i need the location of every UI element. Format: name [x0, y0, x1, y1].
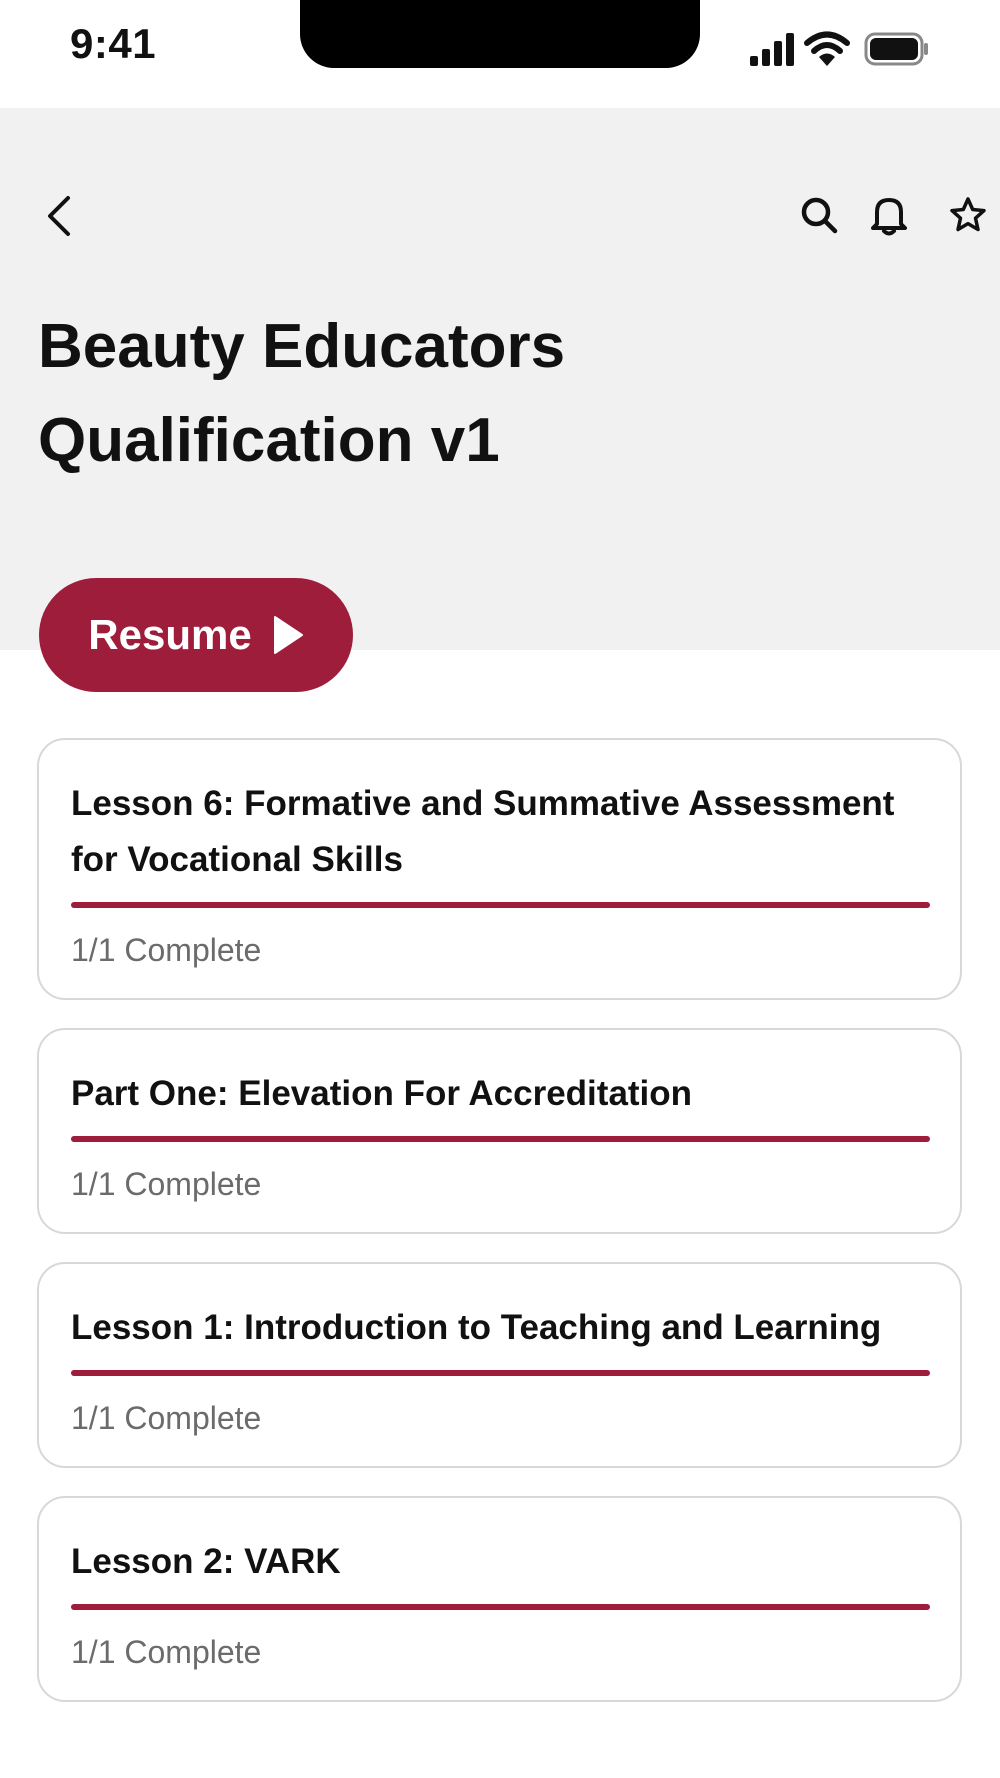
status-icons	[748, 30, 930, 70]
wifi-icon	[804, 31, 850, 66]
progress-bar	[71, 902, 930, 908]
progress-fill	[71, 1136, 930, 1142]
play-icon	[273, 616, 303, 654]
favorite-button[interactable]	[946, 192, 990, 238]
resume-button[interactable]: Resume	[39, 578, 353, 692]
search-button[interactable]	[796, 192, 842, 238]
lesson-card[interactable]: Lesson 1: Introduction to Teaching and L…	[37, 1262, 962, 1468]
progress-bar	[71, 1370, 930, 1376]
back-button[interactable]	[38, 186, 78, 246]
device-notch	[300, 0, 700, 68]
lesson-title: Lesson 2: VARK	[71, 1542, 341, 1581]
lesson-title: Lesson 6: Formative and Summative Assess…	[71, 784, 895, 879]
chevron-left-icon	[48, 196, 70, 236]
star-icon	[950, 197, 986, 232]
lesson-status: 1/1 Complete	[71, 1634, 262, 1670]
lesson-status: 1/1 Complete	[71, 1166, 262, 1202]
lesson-card[interactable]: Lesson 2: VARK 1/1 Complete	[37, 1496, 962, 1702]
lesson-card[interactable]: Part One: Elevation For Accreditation 1/…	[37, 1028, 962, 1234]
cellular-signal-icon	[750, 33, 794, 66]
lesson-status: 1/1 Complete	[71, 932, 262, 968]
lesson-card[interactable]: Lesson 6: Formative and Summative Assess…	[37, 738, 962, 1000]
status-bar: 9:41	[0, 0, 1000, 108]
progress-bar	[71, 1136, 930, 1142]
lesson-title: Lesson 1: Introduction to Teaching and L…	[71, 1308, 882, 1347]
bell-icon	[871, 198, 907, 236]
progress-fill	[71, 902, 930, 908]
search-icon	[801, 197, 838, 234]
battery-icon	[864, 32, 928, 66]
notifications-button[interactable]	[866, 192, 912, 238]
progress-fill	[71, 1370, 930, 1376]
lesson-status: 1/1 Complete	[71, 1400, 262, 1436]
progress-fill	[71, 1604, 930, 1610]
progress-bar	[71, 1604, 930, 1610]
lesson-title: Part One: Elevation For Accreditation	[71, 1074, 693, 1113]
course-title: Beauty Educators Qualification v1	[38, 312, 566, 475]
status-time: 9:41	[70, 20, 157, 67]
resume-label: Resume	[88, 611, 252, 658]
